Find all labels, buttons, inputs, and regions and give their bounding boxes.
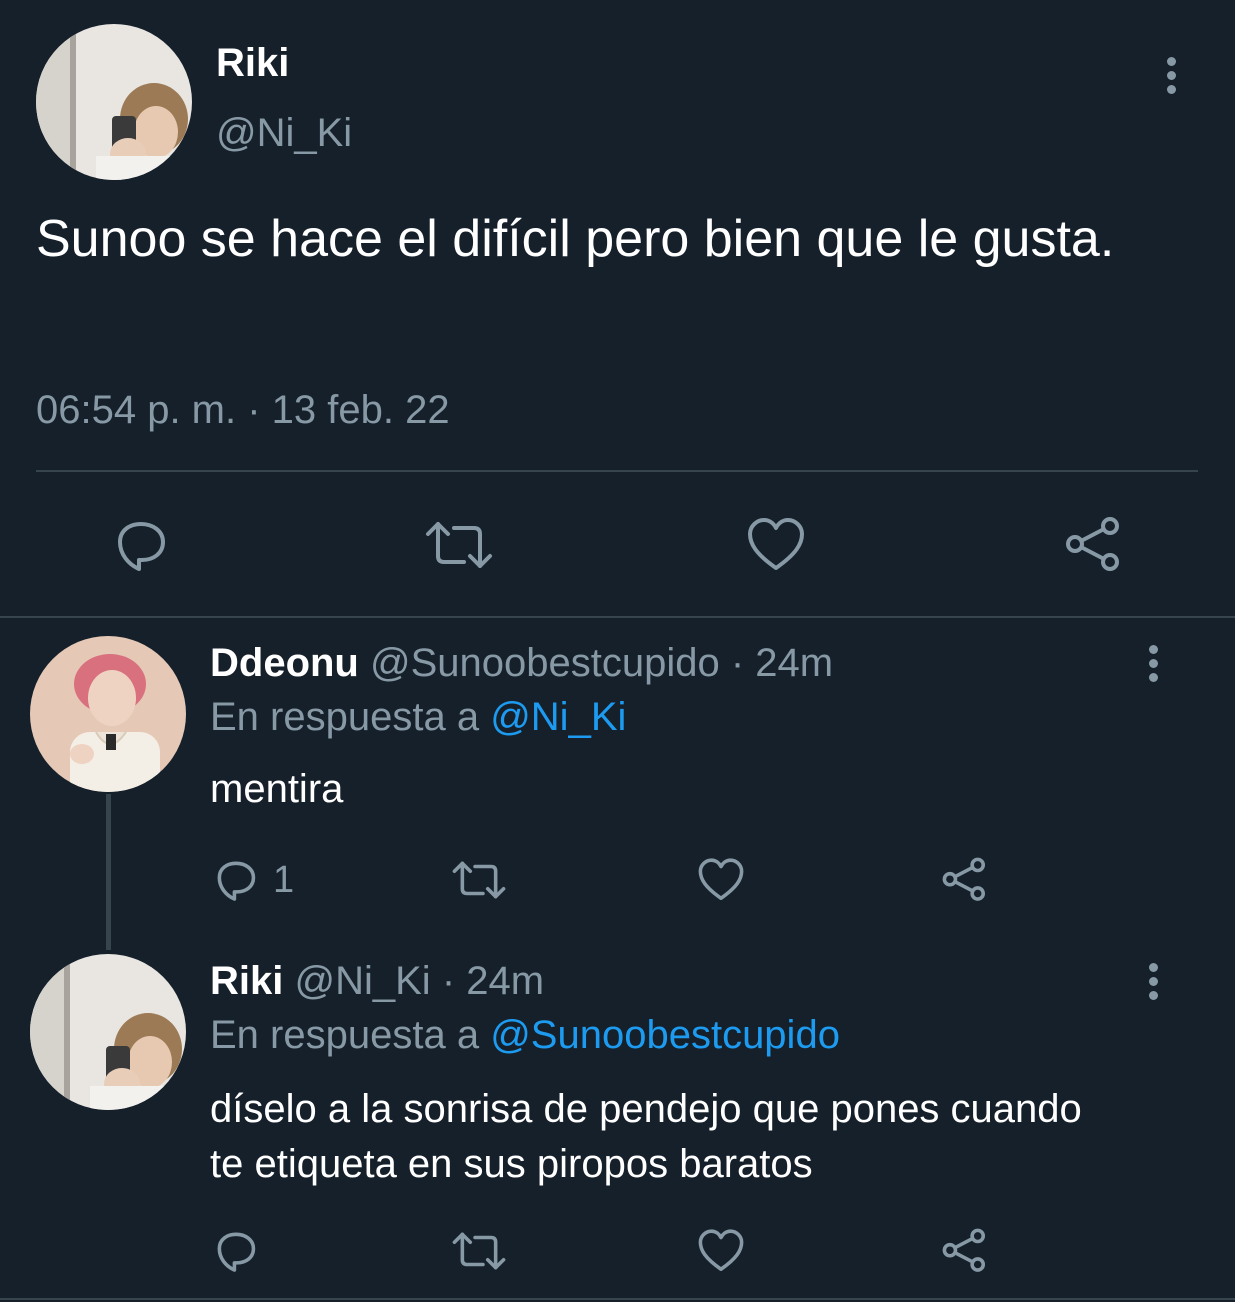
more-vertical-icon[interactable] bbox=[1161, 57, 1181, 97]
reply-time[interactable]: · 24m bbox=[442, 959, 544, 1003]
avatar[interactable] bbox=[36, 24, 192, 180]
reply-icon[interactable] bbox=[112, 516, 170, 574]
reply-header: Ddeonu @Sunoobestcupido · 24m bbox=[210, 640, 833, 686]
share-icon[interactable] bbox=[941, 857, 989, 903]
heart-icon[interactable] bbox=[697, 1228, 745, 1274]
avatar[interactable] bbox=[30, 636, 186, 792]
reply-text: díselo a la sonrisa de pendejo que pones… bbox=[210, 1087, 1082, 1186]
tweet-timestamp[interactable]: 06:54 p. m. · 13 feb. 22 bbox=[36, 386, 450, 434]
divider bbox=[0, 1298, 1235, 1300]
heart-icon[interactable] bbox=[697, 857, 745, 903]
reply-context: En respuesta a @Sunoobestcupido bbox=[210, 1012, 840, 1058]
reply-text: mentira bbox=[210, 767, 344, 811]
share-icon[interactable] bbox=[1064, 516, 1124, 574]
retweet-icon[interactable] bbox=[451, 857, 507, 903]
share-icon[interactable] bbox=[941, 1228, 989, 1274]
author-handle[interactable]: @Ni_Ki bbox=[294, 959, 430, 1003]
tweet-text: Sunoo se hace el difícil pero bien que l… bbox=[36, 210, 1115, 268]
author-handle[interactable]: @Ni_Ki bbox=[216, 110, 352, 156]
more-vertical-icon[interactable] bbox=[1143, 963, 1163, 1003]
divider bbox=[36, 470, 1198, 472]
divider bbox=[0, 616, 1235, 618]
author-name[interactable]: Ddeonu bbox=[210, 641, 359, 685]
author-name[interactable]: Riki bbox=[216, 40, 289, 86]
avatar[interactable] bbox=[30, 954, 186, 1110]
more-vertical-icon[interactable] bbox=[1143, 645, 1163, 685]
reply-header: Riki @Ni_Ki · 24m bbox=[210, 958, 544, 1004]
reply-time[interactable]: · 24m bbox=[731, 641, 833, 685]
reply-icon[interactable] bbox=[213, 1228, 259, 1274]
reply-prefix: En respuesta a bbox=[210, 695, 480, 739]
thread-line bbox=[106, 794, 111, 950]
heart-icon[interactable] bbox=[746, 516, 806, 574]
retweet-icon[interactable] bbox=[424, 516, 494, 574]
reply-count: 1 bbox=[273, 859, 295, 901]
reply-to-link[interactable]: @Sunoobestcupido bbox=[490, 1013, 840, 1057]
reply-icon[interactable] bbox=[213, 857, 259, 903]
reply-to-link[interactable]: @Ni_Ki bbox=[490, 695, 626, 739]
reply-context: En respuesta a @Ni_Ki bbox=[210, 694, 626, 740]
author-handle[interactable]: @Sunoobestcupido bbox=[370, 641, 720, 685]
author-name[interactable]: Riki bbox=[210, 959, 283, 1003]
reply-prefix: En respuesta a bbox=[210, 1013, 480, 1057]
retweet-icon[interactable] bbox=[451, 1228, 507, 1274]
